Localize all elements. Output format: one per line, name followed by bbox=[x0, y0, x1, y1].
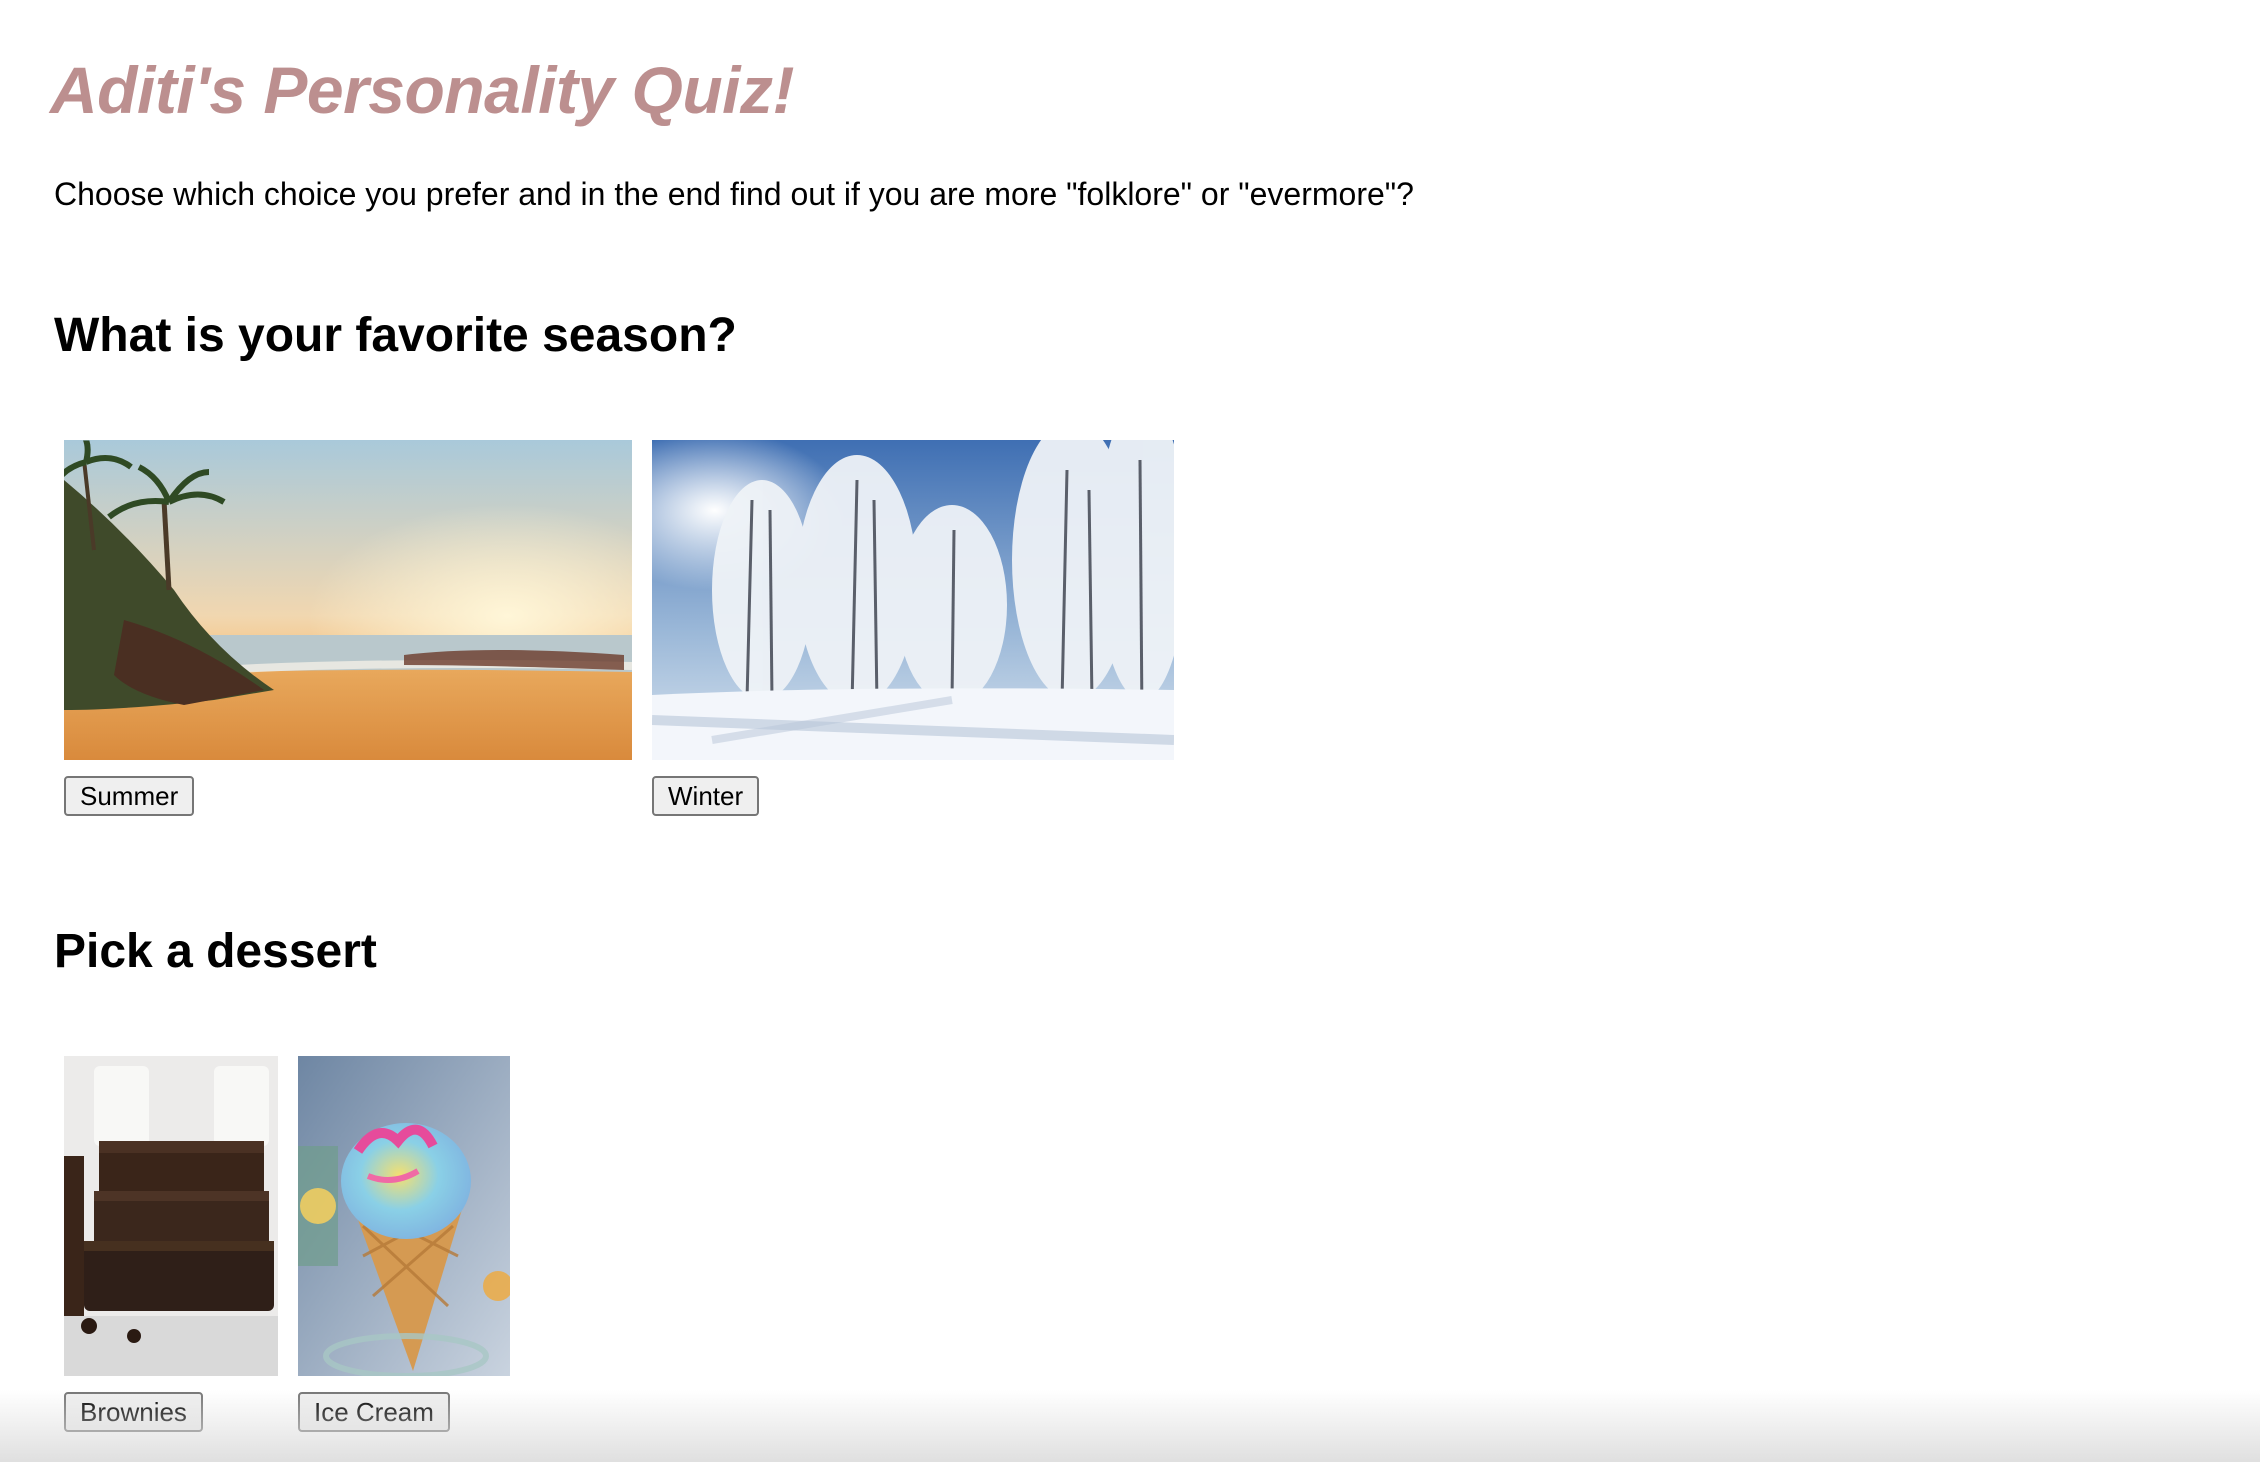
ice-cream-button[interactable]: Ice Cream bbox=[298, 1392, 450, 1432]
choice-summer: Summer bbox=[64, 440, 632, 816]
summer-beach-image bbox=[64, 440, 632, 760]
page-title: Aditi's Personality Quiz! bbox=[50, 53, 795, 127]
choice-ice-cream: Ice Cream bbox=[298, 1056, 510, 1432]
question-season: What is your favorite season? bbox=[54, 309, 737, 362]
choice-brownies: Brownies bbox=[64, 1056, 278, 1432]
ice-cream-image bbox=[298, 1056, 510, 1376]
winter-button[interactable]: Winter bbox=[652, 776, 760, 816]
intro-text: Choose which choice you prefer and in th… bbox=[54, 176, 1414, 212]
question-dessert: Pick a dessert bbox=[54, 925, 377, 978]
summer-button[interactable]: Summer bbox=[64, 776, 195, 816]
brownies-button[interactable]: Brownies bbox=[64, 1392, 203, 1432]
brownies-image bbox=[64, 1056, 278, 1376]
winter-forest-image bbox=[652, 440, 1174, 760]
choice-winter: Winter bbox=[652, 440, 1174, 816]
quiz-page: Aditi's Personality Quiz! Choose which c… bbox=[0, 0, 2260, 1462]
